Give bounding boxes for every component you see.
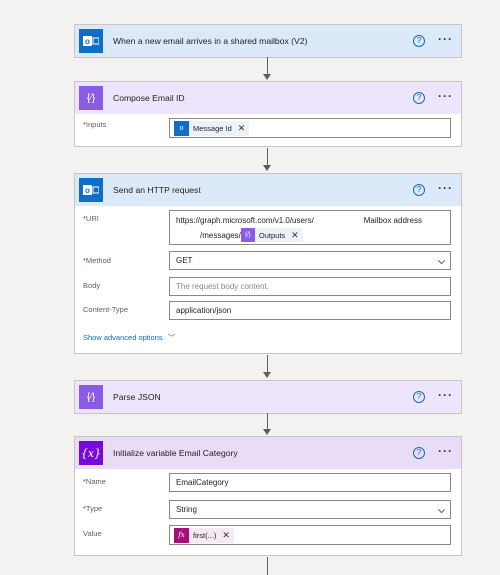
chevron-down-icon xyxy=(437,256,446,264)
http-title: Send an HTTP request xyxy=(113,185,201,195)
connector-line xyxy=(267,413,268,430)
help-icon[interactable]: ? xyxy=(413,184,425,196)
method-label: *Method xyxy=(83,256,111,265)
outlook-icon: o xyxy=(79,29,103,53)
parse-json-header[interactable]: {⁄} Parse JSON ? ··· xyxy=(75,381,461,413)
inputs-label: *Inputs xyxy=(83,120,107,129)
more-options-icon[interactable]: ··· xyxy=(438,182,453,194)
parse-json-title: Parse JSON xyxy=(113,392,161,402)
uri-messages-text: /messages/ xyxy=(200,230,241,240)
remove-token-icon[interactable]: ✕ xyxy=(238,123,246,134)
mailbox-address-note: Mailbox address xyxy=(363,215,422,225)
connector-arrow-icon xyxy=(263,165,271,171)
connector-arrow-icon xyxy=(263,429,271,435)
outputs-token[interactable]: {/} Outputs ✕ xyxy=(240,228,303,242)
variable-icon: {x} xyxy=(79,441,103,465)
first-expression-token[interactable]: fx first(...) ✕ xyxy=(174,527,234,543)
more-options-icon[interactable]: ··· xyxy=(438,389,453,401)
compose-icon: {⁄} xyxy=(79,86,103,110)
svg-text:o: o xyxy=(85,37,90,46)
compose-title: Compose Email ID xyxy=(113,93,185,103)
connector-arrow-icon xyxy=(263,74,271,80)
parse-json-card[interactable]: {⁄} Parse JSON ? ··· xyxy=(74,380,462,414)
outlook-icon: o xyxy=(79,178,103,202)
body-field[interactable]: The request body content. xyxy=(169,277,451,296)
type-label: *Type xyxy=(83,504,103,513)
name-field[interactable]: EmailCategory xyxy=(169,473,451,492)
trigger-header[interactable]: o When a new email arrives in a shared m… xyxy=(75,25,461,57)
message-id-token[interactable]: o Message Id ✕ xyxy=(174,120,250,136)
connector-line xyxy=(267,57,268,75)
name-label: *Name xyxy=(83,477,106,486)
outlook-icon: o xyxy=(174,120,189,136)
help-icon[interactable]: ? xyxy=(413,391,425,403)
chevron-down-icon xyxy=(437,505,446,513)
more-options-icon[interactable]: ··· xyxy=(438,33,453,45)
trigger-card[interactable]: o When a new email arrives in a shared m… xyxy=(74,24,462,58)
function-icon: fx xyxy=(174,527,189,543)
initialize-variable-card[interactable]: {x} Initialize variable Email Category ?… xyxy=(74,436,462,556)
initialize-variable-header[interactable]: {x} Initialize variable Email Category ?… xyxy=(75,437,461,469)
http-header[interactable]: o Send an HTTP request ? ··· xyxy=(75,174,461,206)
connector-line xyxy=(267,355,268,373)
help-icon[interactable]: ? xyxy=(413,92,425,104)
method-select[interactable]: GET xyxy=(169,251,451,270)
help-icon[interactable]: ? xyxy=(413,447,425,459)
connector-arrow-icon xyxy=(263,372,271,378)
value-field[interactable]: fx first(...) ✕ xyxy=(169,525,451,545)
compose-header[interactable]: {⁄} Compose Email ID ? ··· xyxy=(75,82,461,114)
more-options-icon[interactable]: ··· xyxy=(438,90,453,102)
trigger-title: When a new email arrives in a shared mai… xyxy=(113,36,308,46)
svg-text:o: o xyxy=(85,186,90,195)
more-options-icon[interactable]: ··· xyxy=(438,445,453,457)
connector-line xyxy=(267,148,268,166)
value-label: Value xyxy=(83,529,102,538)
content-type-label: Content-Type xyxy=(83,305,129,314)
uri-label: *URI xyxy=(83,214,99,223)
show-advanced-options-link[interactable]: Show advanced options ﹀ xyxy=(83,332,175,343)
chevron-down-icon: ﹀ xyxy=(167,333,176,342)
body-label: Body xyxy=(83,281,101,290)
connector-line xyxy=(267,557,268,575)
http-request-card[interactable]: o Send an HTTP request ? ··· *URI https:… xyxy=(74,173,462,354)
compose-icon: {/} xyxy=(240,228,255,242)
remove-token-icon[interactable]: ✕ xyxy=(291,230,299,241)
help-icon[interactable]: ? xyxy=(413,35,425,47)
content-type-field[interactable]: application/json xyxy=(169,301,451,320)
uri-field[interactable]: https://graph.microsoft.com/v1.0/users/ … xyxy=(169,210,451,245)
initialize-variable-title: Initialize variable Email Category xyxy=(113,448,238,458)
inputs-field[interactable]: o Message Id ✕ xyxy=(169,118,451,138)
type-select[interactable]: String xyxy=(169,500,451,519)
compose-icon: {⁄} xyxy=(79,385,103,409)
remove-token-icon[interactable]: ✕ xyxy=(222,530,230,541)
uri-text: https://graph.microsoft.com/v1.0/users/ xyxy=(176,215,314,225)
compose-card[interactable]: {⁄} Compose Email ID ? ··· *Inputs o Mes… xyxy=(74,81,462,147)
